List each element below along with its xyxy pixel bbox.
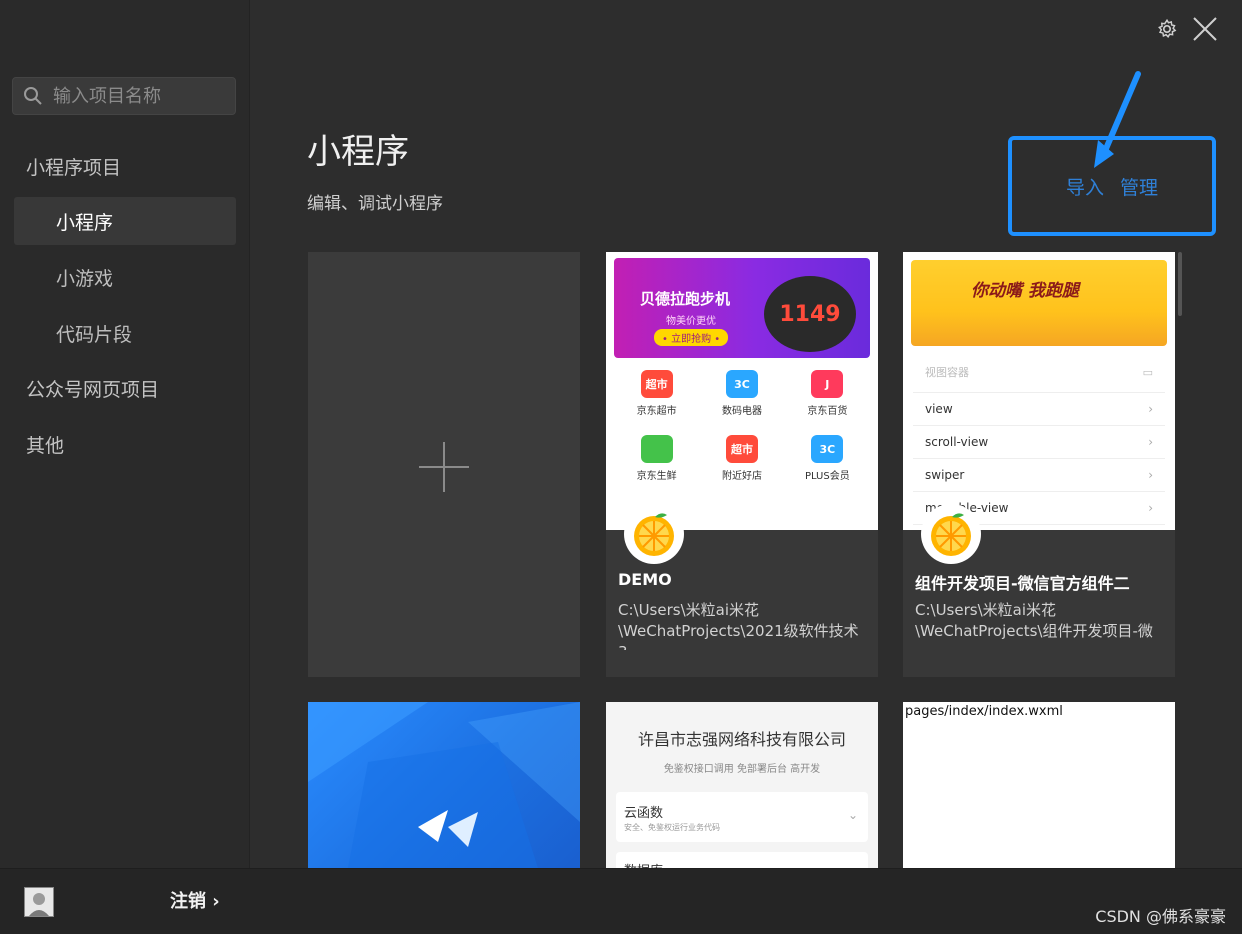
- close-icon[interactable]: [1192, 16, 1218, 46]
- sidebar-item-label: 其他: [26, 434, 65, 457]
- sidebar-item-label: 代码片段: [56, 323, 133, 346]
- banner-title: 你动嘴 我跑腿: [971, 281, 1079, 301]
- project-thumbnail: [308, 702, 580, 868]
- page-subtitle: 编辑、调试小程序: [307, 194, 443, 214]
- plus-member-icon: 3C: [811, 435, 844, 463]
- category-grid: 超市 京东超市 3C 数码电器 J 京东百货 京东生鲜 超市 附近好店 3C PLUS会员: [614, 370, 870, 482]
- category-item: 超市 京东超市: [614, 370, 699, 417]
- list-item: scroll-view ›: [913, 426, 1165, 459]
- category-item: 超市 附近好店: [699, 435, 784, 482]
- banner-subtitle: 物美价更优: [666, 316, 716, 327]
- logout-button[interactable]: 注销 ›: [170, 887, 220, 913]
- banner-button: • 立即抢购 •: [654, 329, 729, 346]
- sidebar-group-official-account[interactable]: 公众号网页项目: [14, 364, 236, 412]
- import-button[interactable]: 导入: [1066, 173, 1104, 200]
- cloud-function-section: 云函数 安全、免鉴权运行业务代码 ⌄: [616, 792, 868, 842]
- project-card-demo[interactable]: 贝德拉跑步机 物美价更优 • 立即抢购 • 1149 超市 京东超市 3C 数码电器…: [606, 252, 878, 677]
- search-icon: [23, 85, 45, 107]
- window-controls: [1156, 16, 1218, 46]
- scrollbar[interactable]: [1178, 252, 1182, 316]
- sidebar-item-minigame[interactable]: 小游戏: [14, 253, 236, 301]
- orange-logo-icon: [624, 504, 684, 564]
- chevron-right-icon: ›: [1148, 402, 1153, 416]
- new-project-card[interactable]: [308, 252, 580, 677]
- banner-title: 贝德拉跑步机: [640, 290, 731, 308]
- company-title: 许昌市志强网络科技有限公司: [637, 730, 846, 749]
- project-card-company[interactable]: 许昌市志强网络科技有限公司 免鉴权接口调用 免部署后台 高开发 云函数 安全、免…: [606, 702, 878, 868]
- category-item: J 京东百货: [785, 370, 870, 417]
- chevron-right-icon: ›: [1148, 435, 1153, 449]
- project-info: 组件开发项目-微信官方组件二 C:\Users\米粒ai米花\WeChatPro…: [903, 504, 1175, 677]
- container-icon: ▭: [1142, 365, 1153, 379]
- gear-icon[interactable]: [1156, 18, 1178, 44]
- project-actions: 导入 管理: [1008, 136, 1216, 236]
- chevron-right-icon: ›: [1148, 468, 1153, 482]
- sidebar-item-code-snippet[interactable]: 代码片段: [14, 309, 236, 357]
- sidebar-item-label: 小游戏: [56, 267, 114, 290]
- sidebar-item-label: 小程序: [56, 211, 114, 234]
- plus-icon: [417, 423, 471, 507]
- banner-price: 1149: [764, 276, 856, 352]
- category-item: 3C 数码电器: [699, 370, 784, 417]
- search-input[interactable]: [51, 84, 225, 108]
- watermark: CSDN @佛系豪豪: [1095, 907, 1226, 926]
- shop-icon: 超市: [725, 435, 758, 463]
- sidebar-item-miniprogram[interactable]: 小程序: [14, 197, 236, 245]
- project-name: DEMO: [618, 570, 672, 589]
- project-path: C:\Users\米粒ai米花\WeChatProjects\2021级软件技术…: [618, 601, 859, 650]
- orange-logo-icon: [921, 504, 981, 564]
- sidebar-group-miniprogram-projects[interactable]: 小程序项目: [14, 142, 236, 190]
- project-card-components[interactable]: 你动嘴 我跑腿 视图容器 ▭ view › scroll-view › swiper ›…: [903, 252, 1175, 677]
- project-thumbnail: 你动嘴 我跑腿 视图容器 ▭ view › scroll-view › swiper ›…: [903, 252, 1175, 530]
- project-name: 组件开发项目-微信官方组件二: [915, 574, 1130, 593]
- sidebar-item-label: 小程序项目: [26, 156, 122, 179]
- wxml-path: pages/index/index.wxml: [905, 704, 1063, 719]
- delivery-banner: 你动嘴 我跑腿: [911, 260, 1167, 346]
- category-item: 3C PLUS会员: [785, 435, 870, 482]
- avatar[interactable]: [24, 887, 54, 917]
- project-card-blue[interactable]: [308, 702, 580, 868]
- list-item: swiper ›: [913, 459, 1165, 492]
- basket-icon: [640, 435, 673, 463]
- project-card-wxml[interactable]: pages/index/index.wxml: [903, 702, 1175, 868]
- sidebar-group-other[interactable]: 其他: [14, 420, 236, 468]
- page-title: 小程序: [307, 132, 409, 172]
- chevron-right-icon: ›: [1148, 501, 1153, 515]
- project-path: C:\Users\米粒ai米花\WeChatProjects\组件开发项目-微: [915, 601, 1153, 640]
- sidebar-item-label: 公众号网页项目: [26, 378, 160, 401]
- database-section: 数据库: [616, 852, 868, 868]
- list-item: view ›: [913, 393, 1165, 426]
- search-box[interactable]: [12, 77, 236, 115]
- department-store-icon: J: [811, 370, 844, 398]
- manage-button[interactable]: 管理: [1120, 173, 1158, 200]
- digital-icon: 3C: [725, 370, 758, 398]
- component-list: 视图容器▭ view› scroll-view› swiper› movable…: [913, 352, 1165, 525]
- list-header: 视图容器 ▭: [913, 352, 1165, 393]
- promo-banner: 贝德拉跑步机 物美价更优 • 立即抢购 • 1149: [614, 258, 870, 358]
- project-info: DEMO C:\Users\米粒ai米花\WeChatProjects\2021…: [606, 504, 878, 677]
- project-thumbnail: 贝德拉跑步机 物美价更优 • 立即抢购 • 1149 超市 京东超市 3C 数码电器…: [606, 252, 878, 530]
- supermarket-icon: 超市: [640, 370, 673, 398]
- chevron-down-icon: ⌄: [847, 808, 858, 822]
- category-item: 京东生鲜: [614, 435, 699, 482]
- company-tagline: 免鉴权接口调用 免部署后台 高开发: [663, 764, 821, 775]
